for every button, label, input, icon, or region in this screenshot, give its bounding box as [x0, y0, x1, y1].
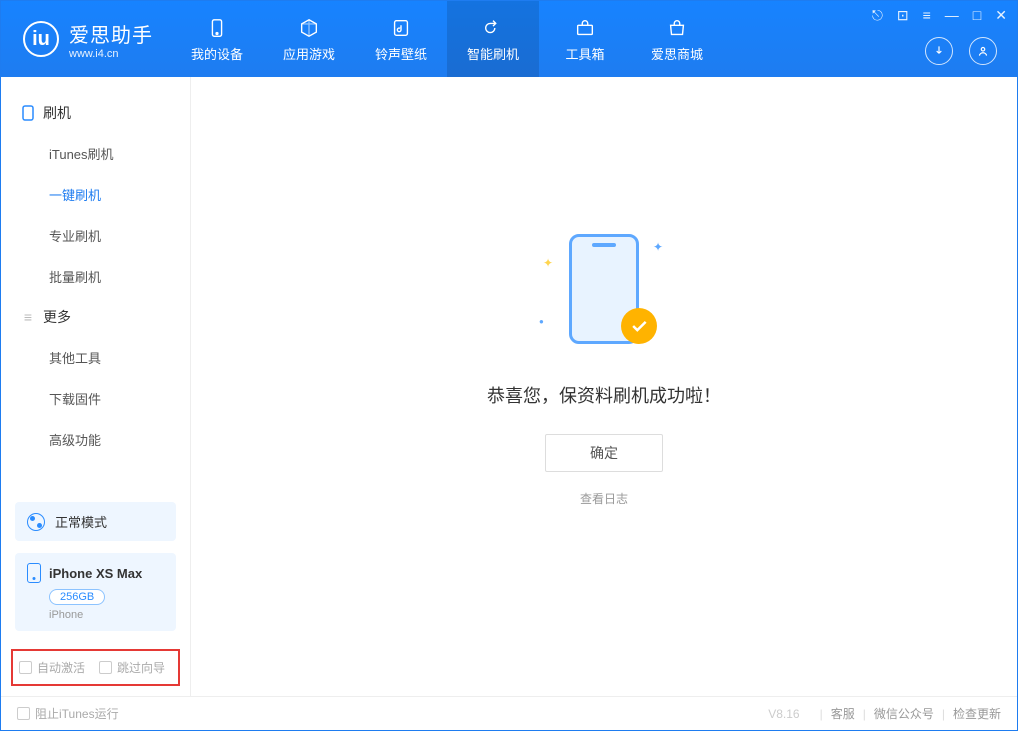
nav-my-device[interactable]: 我的设备	[171, 1, 263, 77]
sparkle-icon: ✦	[543, 256, 553, 270]
minimize-button[interactable]: —	[945, 7, 959, 24]
device-info-box[interactable]: iPhone XS Max 256GB iPhone	[15, 553, 176, 631]
maximize-button[interactable]: □	[973, 7, 981, 24]
nav-label: 爱思商城	[651, 44, 703, 63]
app-body: 刷机 iTunes刷机 一键刷机 专业刷机 批量刷机 ≡ 更多 其他工具 下载固…	[1, 77, 1017, 696]
nav-label: 工具箱	[565, 44, 604, 63]
checkbox-label: 跳过向导	[117, 659, 165, 676]
toolbox-icon	[573, 16, 597, 40]
sidebar-section-more: ≡ 更多	[1, 297, 190, 337]
sidebar-item-other-tools[interactable]: 其他工具	[1, 337, 190, 378]
device-mode-box[interactable]: 正常模式	[15, 502, 176, 541]
success-illustration: ✦ ✦ ●	[539, 226, 669, 356]
nav-store[interactable]: 爱思商城	[631, 1, 723, 77]
top-nav: 我的设备 应用游戏 铃声壁纸 智能刷机 工具箱 爱思商城	[171, 1, 723, 77]
success-message: 恭喜您，保资料刷机成功啦！	[487, 382, 721, 408]
highlighted-options: 自动激活 跳过向导	[11, 649, 180, 686]
checkbox-icon	[19, 661, 32, 674]
close-button[interactable]: ✕	[995, 7, 1007, 24]
checkbox-icon	[99, 661, 112, 674]
sidebar-item-download-firmware[interactable]: 下载固件	[1, 378, 190, 419]
checkbox-block-itunes[interactable]: 阻止iTunes运行	[17, 705, 119, 722]
section-title: 更多	[43, 307, 71, 327]
sparkle-icon: ✦	[653, 240, 663, 254]
sparkle-icon: ●	[539, 317, 544, 326]
device-type: iPhone	[49, 609, 164, 621]
sidebar-item-batch-flash[interactable]: 批量刷机	[1, 256, 190, 297]
shirt-icon[interactable]: ⎋	[872, 7, 883, 24]
device-name: iPhone XS Max	[49, 566, 142, 581]
app-url: www.i4.cn	[69, 48, 153, 60]
refresh-icon	[481, 16, 505, 40]
nav-ringtones[interactable]: 铃声壁纸	[355, 1, 447, 77]
download-icon[interactable]	[925, 37, 953, 65]
view-log-link[interactable]: 查看日志	[580, 490, 628, 507]
store-icon	[665, 16, 689, 40]
nav-label: 铃声壁纸	[375, 44, 427, 63]
status-bar: 阻止iTunes运行 V8.16 | 客服 | 微信公众号 | 检查更新	[1, 696, 1017, 730]
main-content: ✦ ✦ ● 恭喜您，保资料刷机成功啦！ 确定 查看日志	[191, 77, 1017, 696]
section-title: 刷机	[43, 103, 71, 123]
device-icon	[205, 16, 229, 40]
app-title: 爱思助手	[69, 19, 153, 48]
header-actions	[925, 37, 997, 65]
sidebar-item-oneclick-flash[interactable]: 一键刷机	[1, 174, 190, 215]
nav-apps-games[interactable]: 应用游戏	[263, 1, 355, 77]
footer-right: V8.16 | 客服 | 微信公众号 | 检查更新	[768, 705, 1001, 722]
device-phone-icon	[27, 563, 41, 583]
sidebar-section-flash: 刷机	[1, 93, 190, 133]
music-icon	[389, 16, 413, 40]
sidebar: 刷机 iTunes刷机 一键刷机 专业刷机 批量刷机 ≡ 更多 其他工具 下载固…	[1, 77, 191, 696]
mode-icon	[27, 513, 45, 531]
footer-link-support[interactable]: 客服	[831, 705, 855, 722]
nav-label: 应用游戏	[283, 44, 335, 63]
ok-button[interactable]: 确定	[545, 434, 663, 472]
list-icon: ≡	[21, 310, 35, 324]
version-label: V8.16	[768, 707, 799, 721]
sidebar-item-itunes-flash[interactable]: iTunes刷机	[1, 133, 190, 174]
user-icon[interactable]	[969, 37, 997, 65]
sidebar-item-advanced[interactable]: 高级功能	[1, 419, 190, 460]
nav-label: 我的设备	[191, 44, 243, 63]
app-logo-icon: iu	[23, 21, 59, 57]
checkbox-icon	[17, 707, 30, 720]
checkbox-label: 自动激活	[37, 659, 85, 676]
phone-small-icon	[21, 106, 35, 120]
logo-text: 爱思助手 www.i4.cn	[69, 19, 153, 60]
checkbox-auto-activate[interactable]: 自动激活	[19, 659, 85, 676]
lock-icon[interactable]: ⊡	[897, 7, 909, 24]
nav-smart-flash[interactable]: 智能刷机	[447, 1, 539, 77]
checkbox-skip-guide[interactable]: 跳过向导	[99, 659, 165, 676]
checkmark-badge-icon	[621, 308, 657, 344]
sidebar-item-pro-flash[interactable]: 专业刷机	[1, 215, 190, 256]
device-storage: 256GB	[49, 589, 105, 605]
app-header: iu 爱思助手 www.i4.cn 我的设备 应用游戏 铃声壁纸 智能刷机 工具…	[1, 1, 1017, 77]
nav-label: 智能刷机	[467, 44, 519, 63]
cube-icon	[297, 16, 321, 40]
logo-area: iu 爱思助手 www.i4.cn	[1, 1, 171, 77]
checkbox-label: 阻止iTunes运行	[35, 705, 119, 722]
footer-link-update[interactable]: 检查更新	[953, 705, 1001, 722]
window-controls: ⎋ ⊡ ≡ — □ ✕	[872, 7, 1007, 24]
menu-icon[interactable]: ≡	[923, 7, 931, 24]
nav-toolbox[interactable]: 工具箱	[539, 1, 631, 77]
footer-link-wechat[interactable]: 微信公众号	[874, 705, 934, 722]
mode-label: 正常模式	[55, 512, 107, 531]
